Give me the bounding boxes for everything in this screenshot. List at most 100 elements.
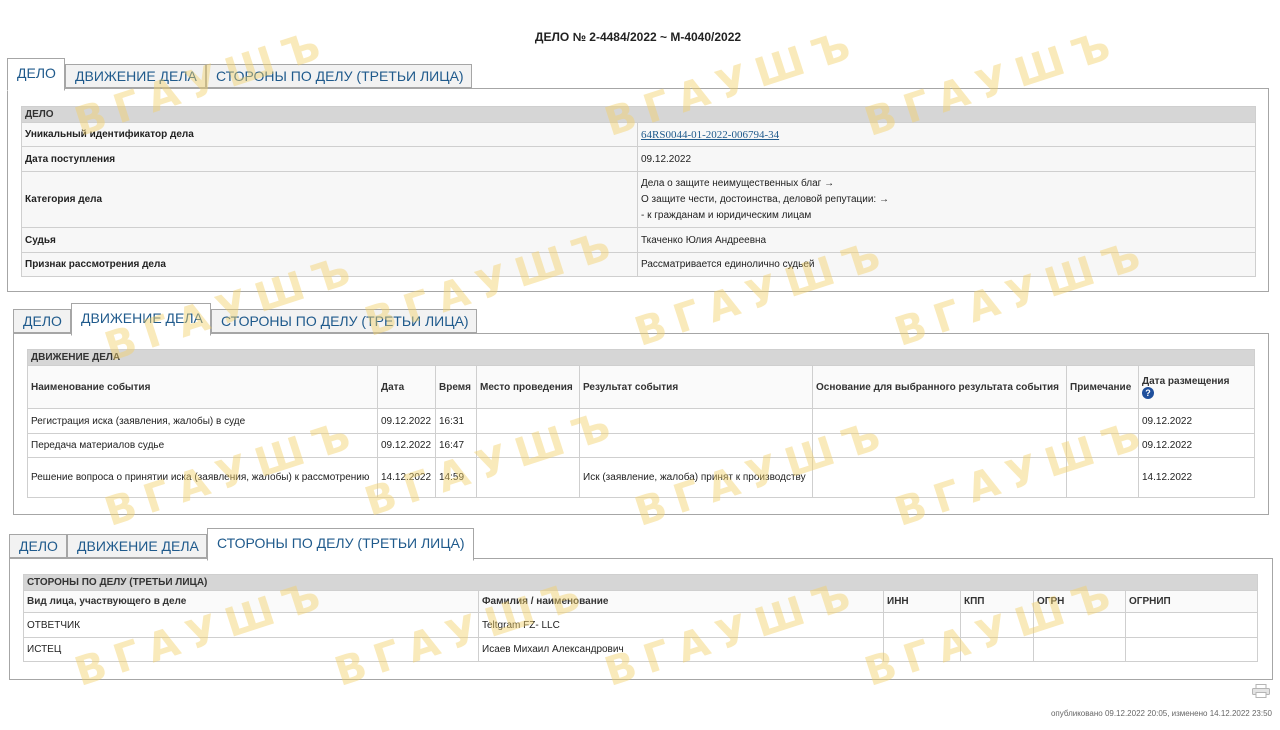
case-value-category: Дела о защите неимущественных благ → О з… <box>637 171 1256 228</box>
table-row: Передача материалов судье 09.12.2022 16:… <box>27 433 1256 458</box>
col-basis: Основание для выбранного результата собы… <box>812 365 1067 409</box>
event-publish-date: 09.12.2022 <box>1137 408 1256 434</box>
tab-parties[interactable]: СТОРОНЫ ПО ДЕЛУ (ТРЕТЬИ ЛИЦА) <box>207 528 474 561</box>
category-line-2: О защите чести, достоинства, деловой реп… <box>641 193 889 205</box>
event-place <box>476 457 580 498</box>
case-row-date: Дата поступления 09.12.2022 <box>21 146 1256 172</box>
event-place <box>476 408 580 434</box>
event-basis <box>812 457 1067 498</box>
case-section-title: ДЕЛО <box>21 106 1256 123</box>
event-result: Иск (заявление, жалоба) принят к произво… <box>579 457 813 498</box>
category-line-1: Дела о защите неимущественных благ → <box>641 177 835 189</box>
tab-case[interactable]: ДЕЛО <box>7 58 65 91</box>
event-time: 16:47 <box>435 433 477 458</box>
help-icon[interactable]: ? <box>1142 386 1154 399</box>
event-date: 09.12.2022 <box>377 408 436 434</box>
parties-tabs: ДЕЛО ДВИЖЕНИЕ ДЕЛА СТОРОНЫ ПО ДЕЛУ (ТРЕТ… <box>9 528 479 561</box>
category-line-3: - к гражданам и юридическим лицам <box>641 209 812 221</box>
print-icon[interactable] <box>1252 684 1270 698</box>
party-kpp <box>960 637 1034 662</box>
movement-header-row: Наименование события Дата Время Место пр… <box>27 365 1256 409</box>
event-result <box>579 408 813 434</box>
event-name: Регистрация иска (заявления, жалобы) в с… <box>27 408 378 434</box>
col-inn: ИНН <box>883 590 961 613</box>
col-party-name: Фамилия / наименование <box>478 590 884 613</box>
case-row-id: Уникальный идентификатор дела 64RS0044-0… <box>21 122 1256 147</box>
case-value-date: 09.12.2022 <box>637 146 1256 172</box>
case-label-review: Признак рассмотрения дела <box>21 252 638 277</box>
parties-header-row: Вид лица, участвующего в деле Фамилия / … <box>23 590 1259 613</box>
tab-case[interactable]: ДЕЛО <box>13 309 71 333</box>
case-row-judge: Судья Ткаченко Юлия Андреевна <box>21 227 1256 253</box>
event-result <box>579 433 813 458</box>
event-date: 09.12.2022 <box>377 433 436 458</box>
party-inn <box>883 612 961 638</box>
event-note <box>1066 433 1139 458</box>
tab-case[interactable]: ДЕЛО <box>9 534 67 558</box>
event-time: 14:59 <box>435 457 477 498</box>
col-event-name: Наименование события <box>27 365 378 409</box>
case-label-judge: Судья <box>21 227 638 253</box>
parties-table: СТОРОНЫ ПО ДЕЛУ (ТРЕТЬИ ЛИЦА) Вид лица, … <box>22 574 1259 662</box>
case-id-link[interactable]: 64RS0044-01-2022-006794-34 <box>641 129 779 141</box>
case-label-category: Категория дела <box>21 171 638 228</box>
event-name: Передача материалов судье <box>27 433 378 458</box>
event-publish-date: 09.12.2022 <box>1137 433 1256 458</box>
col-time: Время <box>435 365 477 409</box>
event-note <box>1066 408 1139 434</box>
table-row: Решение вопроса о принятии иска (заявлен… <box>27 457 1256 498</box>
case-table: ДЕЛО Уникальный идентификатор дела 64RS0… <box>21 106 1256 277</box>
party-name: Исаев Михаил Александрович <box>478 637 884 662</box>
event-time: 16:31 <box>435 408 477 434</box>
event-basis <box>812 408 1067 434</box>
party-ogrn <box>1033 612 1126 638</box>
case-row-category: Категория дела Дела о защите неимуществе… <box>21 171 1256 228</box>
party-inn <box>883 637 961 662</box>
publication-info: опубликовано 09.12.2022 20:05, изменено … <box>1050 709 1272 718</box>
event-place <box>476 433 580 458</box>
col-kpp: КПП <box>960 590 1034 613</box>
event-basis <box>812 433 1067 458</box>
case-label-id: Уникальный идентификатор дела <box>21 122 638 147</box>
party-type: ИСТЕЦ <box>23 637 479 662</box>
event-name: Решение вопроса о принятии иска (заявлен… <box>27 457 378 498</box>
col-date: Дата <box>377 365 436 409</box>
case-label-date: Дата поступления <box>21 146 638 172</box>
col-ogrn: ОГРН <box>1033 590 1126 613</box>
movement-section-title: ДВИЖЕНИЕ ДЕЛА <box>26 349 1256 366</box>
col-result: Результат события <box>579 365 813 409</box>
tab-movement[interactable]: ДВИЖЕНИЕ ДЕЛА <box>71 303 211 336</box>
event-date: 14.12.2022 <box>377 457 436 498</box>
case-panel: ДЕЛО Уникальный идентификатор дела 64RS0… <box>7 88 1269 292</box>
tab-parties[interactable]: СТОРОНЫ ПО ДЕЛУ (ТРЕТЬИ ЛИЦА) <box>211 309 477 333</box>
event-publish-date: 14.12.2022 <box>1137 457 1256 498</box>
party-name: Teltgram FZ- LLC <box>478 612 884 638</box>
parties-panel: СТОРОНЫ ПО ДЕЛУ (ТРЕТЬИ ЛИЦА) Вид лица, … <box>9 558 1273 680</box>
table-row: ОТВЕТЧИК Teltgram FZ- LLC <box>23 612 1259 638</box>
col-publish-date: Дата размещения? <box>1137 365 1256 409</box>
event-note <box>1066 457 1139 498</box>
party-ogrnip <box>1124 612 1259 638</box>
party-ogrnip <box>1124 637 1259 662</box>
party-kpp <box>960 612 1034 638</box>
page-title: ДЕЛО № 2-4484/2022 ~ М-4040/2022 <box>534 30 742 44</box>
col-note: Примечание <box>1066 365 1139 409</box>
col-ogrnip: ОГРНИП <box>1124 590 1259 613</box>
col-place: Место проведения <box>476 365 580 409</box>
case-value-judge: Ткаченко Юлия Андреевна <box>637 227 1256 253</box>
col-party-type: Вид лица, участвующего в деле <box>23 590 479 613</box>
movement-tabs: ДЕЛО ДВИЖЕНИЕ ДЕЛА СТОРОНЫ ПО ДЕЛУ (ТРЕТ… <box>13 303 483 336</box>
table-row: Регистрация иска (заявления, жалобы) в с… <box>27 408 1256 434</box>
movement-panel: ДВИЖЕНИЕ ДЕЛА Наименование события Дата … <box>13 333 1269 515</box>
tab-movement[interactable]: ДВИЖЕНИЕ ДЕЛА <box>67 534 207 558</box>
case-value-review: Рассматривается единолично судьей <box>637 252 1256 277</box>
case-row-review: Признак рассмотрения дела Рассматриваетс… <box>21 252 1256 277</box>
case-tabs: ДЕЛО ДВИЖЕНИЕ ДЕЛА СТОРОНЫ ПО ДЕЛУ (ТРЕТ… <box>7 58 477 91</box>
parties-section-title: СТОРОНЫ ПО ДЕЛУ (ТРЕТЬИ ЛИЦА) <box>22 574 1259 591</box>
party-type: ОТВЕТЧИК <box>23 612 479 638</box>
tab-movement[interactable]: ДВИЖЕНИЕ ДЕЛА <box>65 64 206 88</box>
party-ogrn <box>1033 637 1126 662</box>
table-row: ИСТЕЦ Исаев Михаил Александрович <box>23 637 1259 662</box>
tab-parties[interactable]: СТОРОНЫ ПО ДЕЛУ (ТРЕТЬИ ЛИЦА) <box>206 64 472 88</box>
movement-table: ДВИЖЕНИЕ ДЕЛА Наименование события Дата … <box>26 349 1256 498</box>
